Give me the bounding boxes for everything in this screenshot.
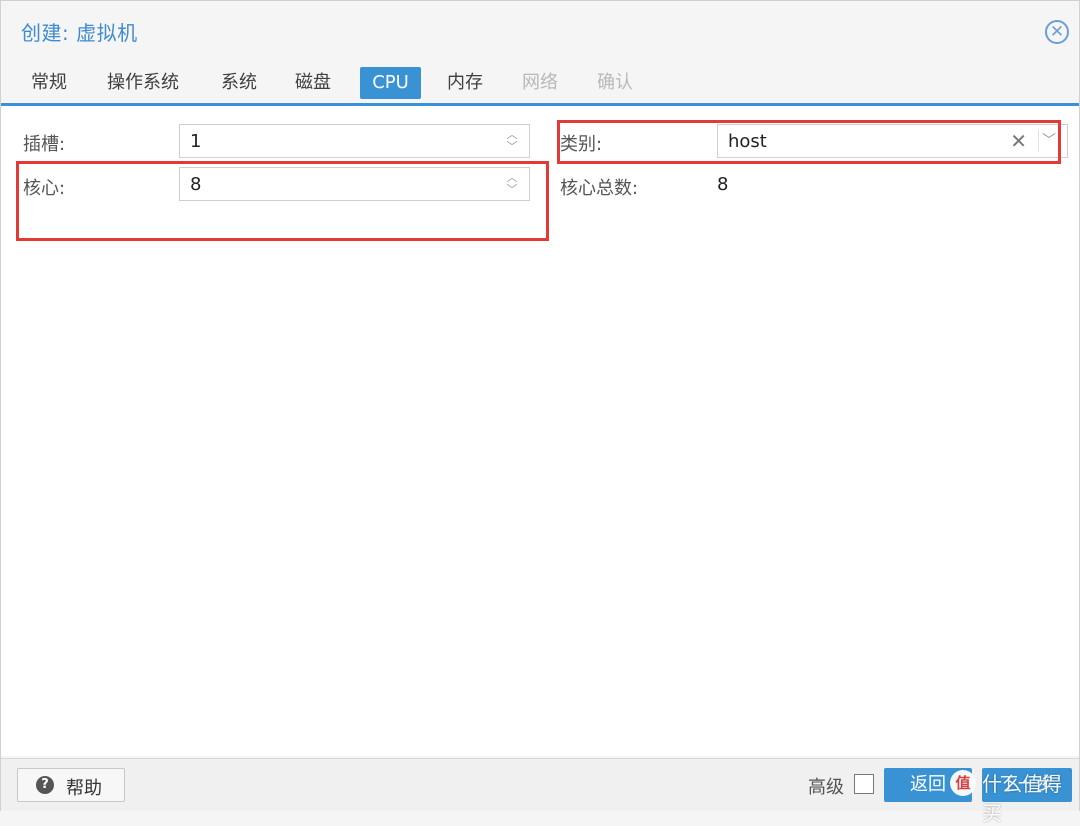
wizard-tabs: 常规 操作系统 系统 磁盘 CPU 内存 网络 确认 — [1, 63, 1079, 106]
close-icon[interactable]: ✕ — [1045, 20, 1069, 44]
spin-down-icon[interactable]: ﹀ — [503, 141, 521, 153]
type-highlight-box — [557, 120, 1061, 164]
tab-network: 网络 — [522, 72, 558, 93]
tab-system[interactable]: 系统 — [211, 67, 267, 99]
total-cores-value: 8 — [717, 174, 729, 195]
sockets-spinner[interactable]: ︿ ﹀ — [503, 129, 521, 155]
watermark: 值 什么值得买 — [950, 764, 1078, 825]
dialog-title: 创建: 虚拟机 — [21, 21, 138, 45]
help-button[interactable]: ? 帮助 — [17, 768, 125, 802]
tab-general[interactable]: 常规 — [21, 67, 77, 99]
tab-memory[interactable]: 内存 — [437, 67, 493, 99]
help-label: 帮助 — [66, 778, 102, 799]
watermark-text: 什么值得买 — [982, 772, 1062, 825]
tab-cpu[interactable]: CPU — [360, 67, 421, 99]
tab-confirm: 确认 — [597, 72, 633, 93]
sockets-value: 1 — [190, 131, 202, 152]
tab-disk[interactable]: 磁盘 — [285, 67, 341, 99]
title-bar: 创建: 虚拟机 ✕ — [1, 1, 1079, 61]
cpu-panel: 插槽: 1 ︿ ﹀ 核心: 8 ︿ ﹀ 类别: host ✕ ﹀ 核心总数: 8 — [1, 106, 1079, 756]
sockets-label: 插槽: — [23, 134, 66, 155]
create-vm-dialog: 创建: 虚拟机 ✕ 常规 操作系统 系统 磁盘 CPU 内存 网络 确认 插槽:… — [0, 0, 1080, 811]
advanced-checkbox[interactable] — [854, 774, 874, 794]
advanced-label: 高级 — [808, 777, 844, 798]
total-cores-label: 核心总数: — [560, 178, 639, 199]
cores-highlight-box — [16, 161, 549, 241]
tab-os[interactable]: 操作系统 — [97, 67, 189, 99]
watermark-badge: 值 — [950, 770, 976, 796]
sockets-field[interactable]: 1 ︿ ﹀ — [179, 124, 530, 158]
question-icon: ? — [36, 776, 54, 794]
dialog-footer: ? 帮助 高级 返回 下一步 — [1, 758, 1079, 811]
